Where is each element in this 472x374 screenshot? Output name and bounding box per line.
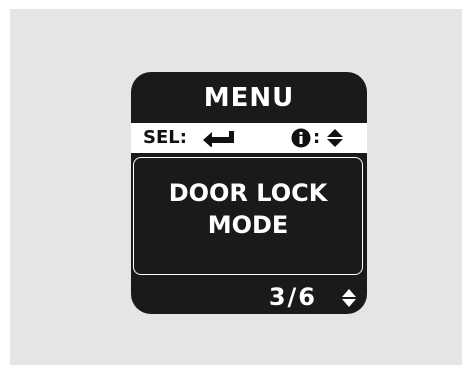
info-separator: : bbox=[313, 127, 321, 148]
up-down-arrow-icon bbox=[342, 289, 356, 307]
menu-item-frame: DOOR LOCK MODE bbox=[133, 157, 363, 275]
sel-label: SEL: bbox=[143, 127, 187, 148]
footer-bar: 3/6 bbox=[131, 280, 367, 314]
page-indicator: 3/6 bbox=[268, 283, 317, 311]
enter-arrow-icon bbox=[203, 131, 234, 147]
menu-title: MENU bbox=[203, 83, 295, 113]
up-down-arrow-icon bbox=[327, 129, 343, 147]
background-panel: MENU SEL: : DOOR LOCK MODE 3/6 bbox=[10, 9, 462, 365]
info-icon bbox=[291, 128, 311, 148]
multi-info-display: MENU SEL: : DOOR LOCK MODE 3/6 bbox=[131, 72, 367, 314]
select-hint-bar: SEL: : bbox=[131, 123, 367, 153]
menu-item-line-1: DOOR LOCK bbox=[168, 179, 328, 207]
menu-item-line-2: MODE bbox=[207, 211, 289, 239]
